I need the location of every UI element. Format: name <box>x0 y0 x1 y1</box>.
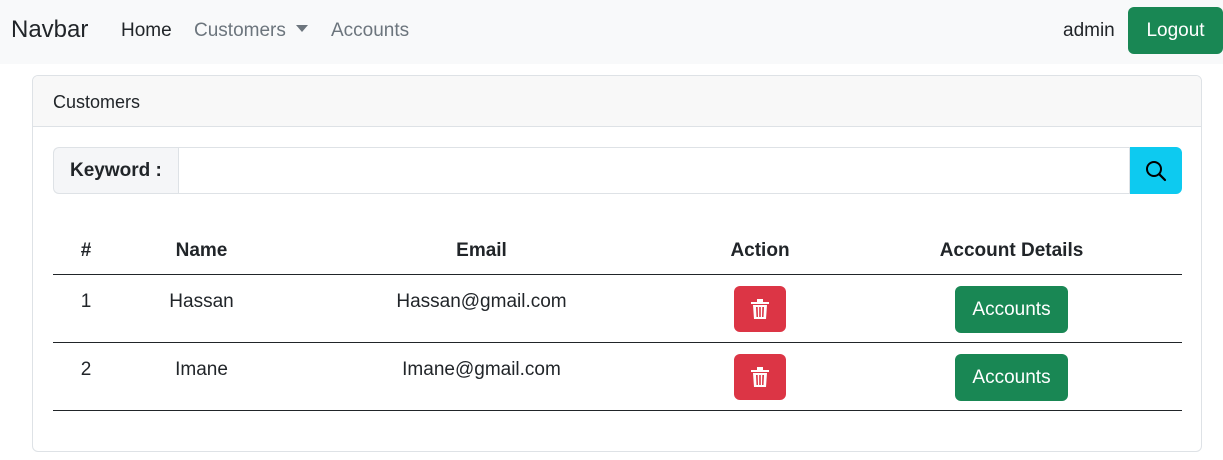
accounts-button[interactable]: Accounts <box>955 286 1068 333</box>
cell-id: 1 <box>80 291 92 312</box>
nav-link-accounts[interactable]: Accounts <box>331 20 409 42</box>
customers-card: Customers Keyword : # Name Email Action … <box>32 75 1202 452</box>
nav-link-home[interactable]: Home <box>121 20 172 42</box>
logout-button[interactable]: Logout <box>1128 7 1223 54</box>
card-title: Customers <box>53 92 141 112</box>
nav-link-customers-label: Customers <box>194 20 286 41</box>
column-header-action: Action <box>730 240 790 261</box>
search-group: Keyword : <box>53 147 1182 195</box>
delete-button[interactable] <box>734 354 786 400</box>
column-header-number: # <box>80 240 92 261</box>
trash-icon <box>751 299 769 319</box>
trash-icon <box>751 367 769 387</box>
cell-name: Hassan <box>169 291 234 312</box>
accounts-button[interactable]: Accounts <box>955 354 1068 401</box>
table-header-row: # Name Email Action Account Details <box>53 224 1182 275</box>
cell-email: Imane@gmail.com <box>402 359 561 380</box>
search-button[interactable] <box>1130 147 1182 194</box>
column-header-name: Name <box>175 240 228 261</box>
keyword-input[interactable] <box>178 147 1130 194</box>
cell-name: Imane <box>175 359 228 380</box>
cell-id: 2 <box>80 359 92 380</box>
card-header: Customers <box>33 76 1201 127</box>
username-label: admin <box>1063 20 1115 41</box>
table-row: 1 Hassan Hassan@gmail.com Accounts <box>53 275 1182 343</box>
navbar: Navbar Home Customers Accounts admin Log… <box>0 0 1223 64</box>
cell-email: Hassan@gmail.com <box>396 291 567 312</box>
keyword-label: Keyword : <box>53 147 178 194</box>
table-row: 2 Imane Imane@gmail.com Accounts <box>53 343 1182 411</box>
nav-link-customers-dropdown[interactable]: Customers <box>194 20 308 42</box>
column-header-account-details: Account Details <box>939 240 1084 261</box>
column-header-email: Email <box>456 240 507 261</box>
search-icon <box>1146 161 1167 182</box>
delete-button[interactable] <box>734 286 786 332</box>
caret-down-icon <box>295 25 308 32</box>
navbar-brand[interactable]: Navbar <box>11 16 88 44</box>
